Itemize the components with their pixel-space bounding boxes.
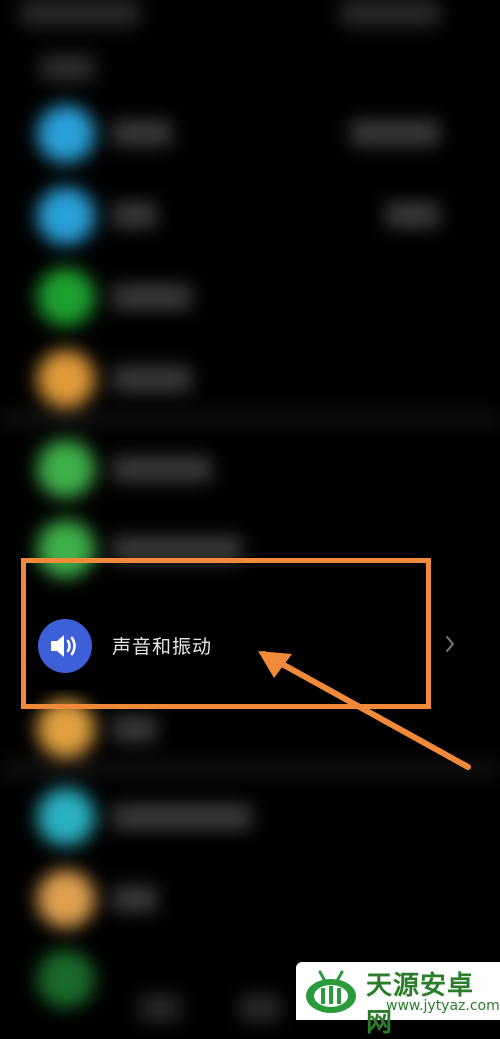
blurred-label bbox=[112, 120, 172, 146]
blurred-label bbox=[112, 804, 252, 830]
blurred-value bbox=[350, 120, 440, 146]
blurred-icon bbox=[37, 700, 95, 758]
watermark: 天源安卓网 www.jytyaz.com bbox=[296, 962, 500, 1038]
blurred-settings-list bbox=[0, 0, 500, 1021]
watermark-url: www.jytyaz.com bbox=[386, 998, 500, 1014]
blurred-label bbox=[112, 284, 192, 310]
blurred-divider bbox=[0, 762, 500, 776]
blurred-icon bbox=[37, 350, 95, 408]
row-label: 声音和振动 bbox=[112, 636, 213, 658]
blurred-label bbox=[112, 716, 157, 742]
blurred-label bbox=[112, 886, 157, 912]
blurred-label bbox=[112, 366, 192, 392]
speaker-icon bbox=[38, 619, 92, 673]
blurred-section-title bbox=[40, 55, 95, 81]
blurred-label bbox=[112, 456, 212, 482]
blurred-icon bbox=[37, 870, 95, 928]
blurred-status-left bbox=[20, 0, 140, 26]
blurred-nav bbox=[140, 995, 180, 1021]
blurred-status-right bbox=[340, 0, 440, 26]
sound-and-vibration-row[interactable]: 声音和振动 bbox=[0, 600, 500, 690]
blurred-icon bbox=[37, 105, 95, 163]
blurred-value bbox=[385, 202, 440, 228]
blurred-nav bbox=[240, 995, 280, 1021]
chevron-right-icon bbox=[446, 636, 455, 652]
blurred-divider bbox=[0, 412, 500, 426]
blurred-icon bbox=[37, 950, 95, 1008]
android-logo-icon bbox=[306, 970, 356, 1013]
blurred-label bbox=[112, 536, 242, 562]
blurred-icon bbox=[37, 268, 95, 326]
blurred-icon bbox=[37, 520, 95, 578]
blurred-icon bbox=[37, 187, 95, 245]
blurred-label bbox=[112, 202, 157, 228]
blurred-icon bbox=[37, 788, 95, 846]
blurred-icon bbox=[37, 440, 95, 498]
